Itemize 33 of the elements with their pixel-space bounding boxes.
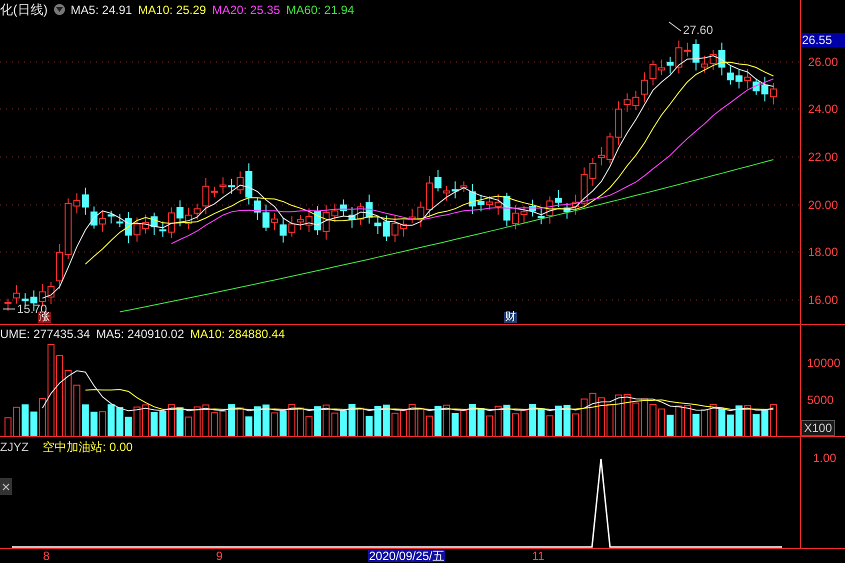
date-axis-label[interactable]: 9 (215, 550, 224, 562)
date-axis-label[interactable]: 2020/09/25/五 (368, 550, 446, 562)
price-axis-label: 24.00 (808, 103, 838, 115)
date-axis-label[interactable]: 11 (531, 550, 546, 562)
price-axis-label: 22.00 (808, 151, 838, 163)
volume-reading: MA5: 240910.02 (96, 328, 184, 340)
dropdown-icon[interactable] (54, 4, 65, 15)
moving-average-reading: MA20: 25.35 (212, 4, 280, 16)
moving-average-reading: MA60: 21.94 (286, 4, 354, 16)
leader-line (668, 22, 682, 32)
event-marker[interactable]: 财 (504, 312, 517, 323)
price-axis-label: 26.00 (808, 56, 838, 68)
volume-unit-label: X100 (801, 420, 836, 436)
price-axis-label: 16.00 (808, 294, 838, 306)
current-price-label: 26.55 (801, 33, 845, 47)
volume-axis-label: 10000 (807, 357, 840, 369)
leader-line (2, 308, 16, 310)
close-button[interactable] (0, 478, 12, 495)
moving-average-reading: MA10: 25.29 (138, 4, 206, 16)
moving-average-reading: MA5: 24.91 (70, 4, 132, 16)
volume-reading: UME: 277435.34 (0, 328, 90, 340)
high-price-label: 27.60 (683, 24, 714, 36)
event-marker[interactable]: 涨 (38, 312, 51, 323)
chart-title: 化(日线) (0, 3, 48, 16)
volume-axis-label: 5000 (807, 394, 834, 406)
price-axis-label: 20.00 (808, 199, 838, 211)
indicator-reading: 空中加油站: 0.00 (42, 441, 133, 453)
date-axis-label[interactable]: 8 (42, 550, 51, 562)
indicator-axis-label: 1.00 (813, 452, 836, 464)
price-axis-label: 18.00 (808, 246, 838, 258)
close-icon (2, 482, 10, 490)
volume-reading: MA10: 284880.44 (190, 328, 285, 340)
indicator-name: ZJYZ (0, 441, 29, 453)
